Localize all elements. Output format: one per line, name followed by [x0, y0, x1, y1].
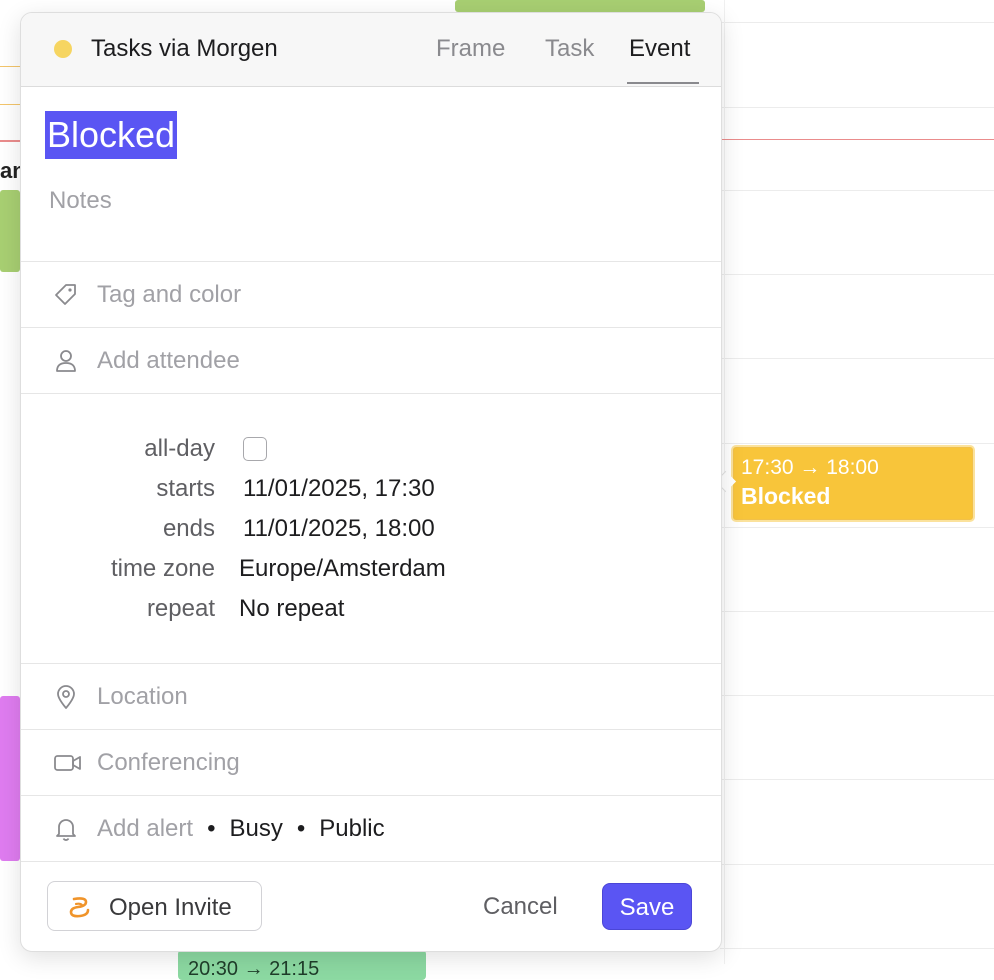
selected-calendar-event[interactable]: 17:30 → 18:00 Blocked — [731, 445, 975, 522]
tab-task[interactable]: Task — [545, 35, 594, 63]
event-editor-popover: Tasks via Morgen Frame Task Event Blocke… — [20, 12, 722, 952]
starts-label: starts — [156, 475, 215, 502]
save-button[interactable]: Save — [602, 883, 692, 930]
calendar-event-fragment[interactable] — [0, 190, 20, 272]
calendar-event-fragment[interactable] — [0, 696, 20, 861]
morgen-invite-icon — [69, 897, 90, 918]
event-title: Blocked — [741, 483, 831, 509]
event-time-range: 20:30 → 21:15 — [188, 958, 320, 980]
tag-and-color-field[interactable]: Tag and color — [97, 281, 241, 309]
ends-label: ends — [162, 515, 215, 542]
current-time-line — [720, 139, 994, 140]
open-invite-label: Open Invite — [109, 894, 232, 921]
timezone-label: time zone — [110, 555, 215, 582]
open-invite-button[interactable]: Open Invite — [47, 881, 262, 931]
repeat-selector[interactable]: No repeat — [239, 595, 344, 623]
bell-icon — [56, 819, 76, 841]
calendar-color-dot[interactable] — [54, 40, 72, 58]
allday-label: all-day — [144, 435, 215, 462]
calendar-event-partial[interactable]: 20:30 → 21:15 — [178, 950, 426, 980]
repeat-label: repeat — [146, 595, 215, 622]
event-time-range: 17:30 → 18:00 — [741, 456, 879, 479]
calendar-selector[interactable]: Tasks via Morgen — [91, 35, 278, 63]
notes-field[interactable]: Notes — [49, 187, 112, 215]
separator-dot: • — [207, 815, 216, 842]
calendar-event-fragment[interactable] — [455, 0, 705, 12]
add-alert-field[interactable]: Add alert — [97, 815, 193, 842]
video-camera-icon — [54, 755, 81, 771]
tab-event[interactable]: Event — [629, 35, 690, 63]
add-attendee-field[interactable]: Add attendee — [97, 347, 240, 375]
alert-availability-row: Add alert • Busy • Public — [97, 815, 385, 843]
cancel-button[interactable]: Cancel — [483, 893, 558, 921]
active-tab-indicator — [627, 82, 699, 84]
timezone-selector[interactable]: Europe/Amsterdam — [239, 555, 446, 583]
conferencing-field[interactable]: Conferencing — [97, 749, 240, 777]
separator-dot: • — [296, 815, 306, 842]
visibility-toggle[interactable]: Public — [319, 815, 384, 842]
availability-toggle[interactable]: Busy — [229, 815, 282, 842]
location-pin-icon — [57, 685, 75, 709]
popover-header: Tasks via Morgen Frame Task Event — [21, 13, 721, 87]
tag-icon — [55, 284, 76, 305]
event-title-input[interactable]: Blocked — [45, 111, 178, 159]
allday-checkbox[interactable] — [243, 437, 267, 461]
end-datetime-field[interactable]: 11/01/2025, 18:00 — [243, 515, 435, 543]
tab-frame[interactable]: Frame — [436, 35, 505, 63]
person-icon — [56, 350, 76, 372]
start-datetime-field[interactable]: 11/01/2025, 17:30 — [243, 475, 435, 503]
location-field[interactable]: Location — [97, 683, 188, 711]
